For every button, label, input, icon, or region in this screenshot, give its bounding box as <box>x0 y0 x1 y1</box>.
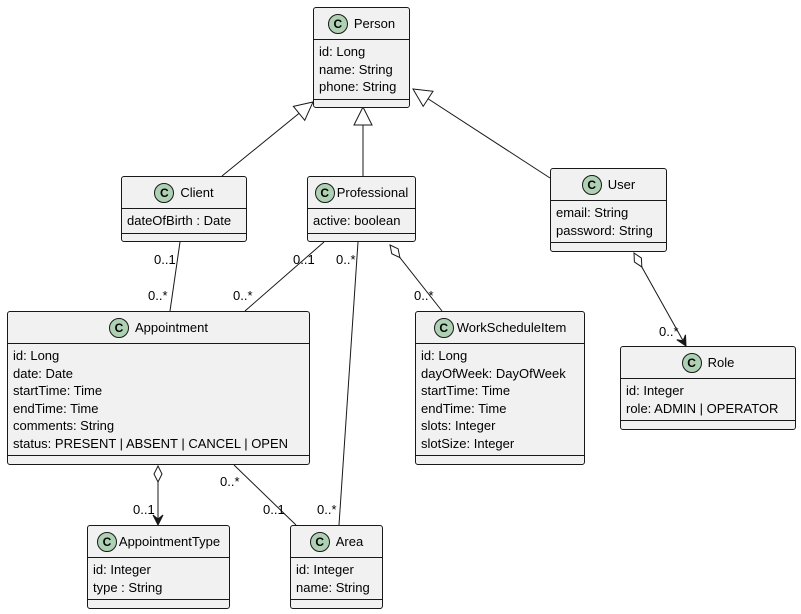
attribute: role: ADMIN | OPERATOR <box>626 400 779 416</box>
multiplicity-label: 0..* <box>148 288 168 303</box>
operations <box>314 100 409 108</box>
attribute: name: String <box>296 579 370 595</box>
class-icon: C <box>581 174 602 195</box>
attribute: id: Long <box>319 44 366 59</box>
class-name: Professional <box>336 185 409 200</box>
attributes: id: Integer role: ADMIN | OPERATOR <box>621 379 795 421</box>
class-workscheduleitem[interactable]: C WorkScheduleItem id: Long dayOfWeek: D… <box>415 311 585 465</box>
attribute: date: Date <box>13 365 73 381</box>
multiplicity-label: 0..* <box>336 252 356 267</box>
operations <box>308 234 415 242</box>
multiplicity-label: 0..* <box>220 474 240 489</box>
class-professional[interactable]: C Professional active: boolean <box>307 176 416 242</box>
professional-area-association <box>338 241 359 526</box>
class-name: Appointment <box>135 320 208 335</box>
attribute: dayOfWeek: DayOfWeek <box>421 365 566 381</box>
attributes: dateOfBirth : Date <box>122 209 246 234</box>
attribute: endTime: Time <box>421 400 507 416</box>
attribute: status: PRESENT | ABSENT | CANCEL | OPEN <box>13 435 289 451</box>
attributes: id: Long dayOfWeek: DayOfWeek startTime:… <box>416 344 584 456</box>
class-area[interactable]: C Area id: Integer name: String <box>290 525 383 609</box>
class-header: C Person <box>314 8 409 40</box>
attribute: slots: Integer <box>421 418 496 433</box>
multiplicity-label: 0..* <box>317 502 337 517</box>
class-icon: C <box>433 317 454 338</box>
attribute: comments: String <box>13 418 115 433</box>
multiplicity-label: 0..1 <box>293 252 315 267</box>
attribute: slotSize: Integer <box>421 435 515 451</box>
attributes: id: Integer name: String <box>291 558 382 600</box>
class-icon: C <box>681 352 702 373</box>
multiplicity-label: 0..* <box>414 288 434 303</box>
class-header: C User <box>551 169 666 201</box>
attribute: startTime: Time <box>13 383 103 398</box>
attribute: password: String <box>556 222 653 238</box>
attribute: endTime: Time <box>13 400 99 416</box>
class-icon: C <box>314 182 335 203</box>
attribute: type : String <box>93 579 163 595</box>
class-icon: C <box>309 531 330 552</box>
class-header: C AppointmentType <box>88 526 229 558</box>
multiplicity-label: 0..1 <box>154 252 176 267</box>
operations <box>621 421 795 429</box>
operations <box>551 243 666 251</box>
attribute: active: boolean <box>313 213 401 228</box>
class-header: C Area <box>291 526 382 558</box>
class-name: Role <box>707 355 735 370</box>
class-header: C Appointment <box>8 312 309 344</box>
class-name: Client <box>180 185 214 200</box>
attribute: id: Integer <box>296 562 354 577</box>
class-icon: C <box>327 13 348 34</box>
class-header: C Role <box>621 347 795 379</box>
attribute: name: String <box>319 61 393 77</box>
attribute: email: String <box>556 205 629 220</box>
operations <box>416 456 584 464</box>
multiplicity-label: 0..1 <box>263 502 285 517</box>
attribute: startTime: Time <box>421 383 511 398</box>
operations <box>291 600 382 608</box>
class-appointmenttype[interactable]: C AppointmentType id: Integer type : Str… <box>87 525 230 609</box>
class-icon: C <box>96 531 117 552</box>
operations <box>8 456 309 464</box>
attribute: id: Integer <box>626 383 684 398</box>
attributes: id: Integer type : String <box>88 558 229 600</box>
operations <box>122 234 246 242</box>
multiplicity-label: 0..* <box>233 288 253 303</box>
class-header: C Client <box>122 177 246 209</box>
class-header: C WorkScheduleItem <box>416 312 584 344</box>
class-header: C Professional <box>308 177 415 209</box>
operations <box>88 600 229 608</box>
class-name: Person <box>353 16 396 31</box>
attribute: id: Long <box>421 348 468 363</box>
class-user[interactable]: C User email: String password: String <box>550 168 667 252</box>
class-person[interactable]: C Person id: Long name: String phone: St… <box>313 7 410 108</box>
class-icon: C <box>109 317 129 338</box>
attribute: dateOfBirth : Date <box>127 213 232 228</box>
class-icon: C <box>154 182 175 203</box>
attribute: phone: String <box>319 79 397 94</box>
attribute: id: Integer <box>93 562 151 577</box>
class-name: WorkScheduleItem <box>456 320 567 335</box>
attributes: id: Long name: String phone: String <box>314 40 409 100</box>
multiplicity-label: 0..* <box>659 324 679 339</box>
class-role[interactable]: C Role id: Integer role: ADMIN | OPERATO… <box>620 346 796 430</box>
class-name: User <box>607 177 636 192</box>
user-person-inheritance <box>413 89 551 179</box>
class-client[interactable]: C Client dateOfBirth : Date <box>121 176 247 242</box>
attributes: id: Long date: Date startTime: Time endT… <box>8 344 309 456</box>
class-appointment[interactable]: C Appointment id: Long date: Date startT… <box>7 311 310 465</box>
class-name: AppointmentType <box>118 534 221 549</box>
multiplicity-label: 0..1 <box>133 502 155 517</box>
attribute: id: Long <box>13 348 60 363</box>
attributes: email: String password: String <box>551 201 666 243</box>
class-name: Area <box>335 534 364 549</box>
client-person-inheritance <box>221 102 313 177</box>
attributes: active: boolean <box>308 209 415 234</box>
